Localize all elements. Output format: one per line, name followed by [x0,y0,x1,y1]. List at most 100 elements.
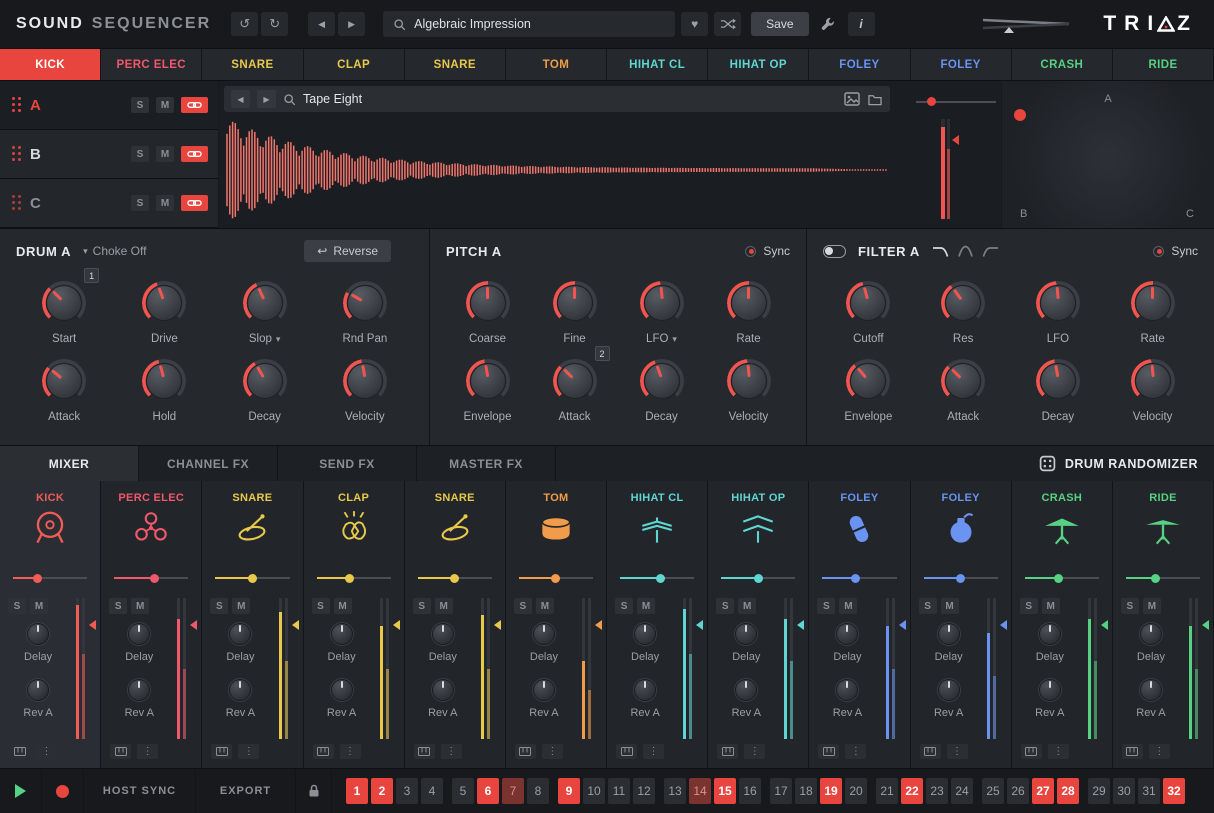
sample-next-button[interactable]: ▶ [257,90,276,108]
channel-solo-button[interactable]: S [1020,598,1038,614]
knob-rate[interactable] [1131,281,1175,325]
channel-keyboard-button[interactable] [515,744,536,759]
knob-slop[interactable] [243,281,287,325]
highpass-icon[interactable] [982,244,999,258]
channel-reverb-knob[interactable] [533,679,555,701]
channel-menu-button[interactable]: ⋮ [238,744,259,759]
knob-attack[interactable] [941,359,985,403]
channel-volume-slider[interactable] [519,573,593,583]
host-sync-button[interactable]: HOST SYNC [84,769,196,813]
mixer-strip-perc-elec[interactable]: PERC ELECSMDelayRev A⋮ [101,481,202,768]
channel-reverb-knob[interactable] [432,679,454,701]
channel-volume-slider[interactable] [114,573,188,583]
sample-volume-slider[interactable] [916,97,996,106]
pitch-sync-toggle[interactable]: Sync [745,244,790,258]
step-12[interactable]: 12 [633,778,655,804]
channel-delay-knob[interactable] [634,623,656,645]
drum-tab-clap[interactable]: CLAP [304,49,405,80]
channel-volume-slider[interactable] [620,573,694,583]
step-28[interactable]: 28 [1057,778,1079,804]
layer-mute-button[interactable]: M [156,146,174,162]
knob-rate[interactable] [727,281,771,325]
save-button[interactable]: Save [751,12,808,36]
step-27[interactable]: 27 [1032,778,1054,804]
channel-solo-button[interactable]: S [615,598,633,614]
record-button[interactable] [42,769,84,813]
pan-marker[interactable] [1101,620,1108,630]
step-23[interactable]: 23 [926,778,948,804]
master-fader[interactable] [981,14,1071,34]
channel-reverb-knob[interactable] [128,679,150,701]
channel-delay-knob[interactable] [836,623,858,645]
slider-handle[interactable] [248,574,257,583]
drum-tab-tom[interactable]: TOM [506,49,607,80]
filter-sync-toggle[interactable]: Sync [1153,244,1198,258]
channel-menu-button[interactable]: ⋮ [137,744,158,759]
slider-handle[interactable] [927,97,936,106]
step-30[interactable]: 30 [1113,778,1135,804]
channel-volume-slider[interactable] [13,573,87,583]
channel-volume-slider[interactable] [924,573,998,583]
folder-icon[interactable] [867,93,883,106]
channel-reverb-knob[interactable] [735,679,757,701]
info-button[interactable]: i [848,12,875,36]
knob-decay[interactable] [640,359,684,403]
mixer-strip-hihat-cl[interactable]: HIHAT CLSMDelayRev A⋮ [607,481,708,768]
knob-velocity[interactable] [1131,359,1175,403]
drum-tab-foley[interactable]: FOLEY [911,49,1012,80]
channel-solo-button[interactable]: S [210,598,228,614]
channel-solo-button[interactable]: S [817,598,835,614]
step-21[interactable]: 21 [876,778,898,804]
layer-row-a[interactable]: ASM [0,81,218,130]
channel-delay-knob[interactable] [533,623,555,645]
channel-keyboard-button[interactable] [9,744,30,759]
channel-menu-button[interactable]: ⋮ [1048,744,1069,759]
preset-next-button[interactable]: ▶ [338,12,365,36]
step-9[interactable]: 9 [558,778,580,804]
step-24[interactable]: 24 [951,778,973,804]
level-marker[interactable] [952,135,959,145]
step-17[interactable]: 17 [770,778,792,804]
step-20[interactable]: 20 [845,778,867,804]
knob-rnd-pan[interactable] [343,281,387,325]
redo-button[interactable]: ↻ [261,12,288,36]
knob-decay[interactable] [1036,359,1080,403]
channel-reverb-knob[interactable] [229,679,251,701]
step-25[interactable]: 25 [982,778,1004,804]
channel-keyboard-button[interactable] [1021,744,1042,759]
mixer-strip-hihat-op[interactable]: HIHAT OPSMDelayRev A⋮ [708,481,809,768]
channel-keyboard-button[interactable] [717,744,738,759]
channel-mute-button[interactable]: M [941,598,959,614]
pan-marker[interactable] [190,620,197,630]
channel-keyboard-button[interactable] [110,744,131,759]
fx-tab-mixer[interactable]: MIXER [0,446,139,481]
channel-menu-button[interactable]: ⋮ [36,744,57,759]
preset-search-field[interactable]: Algebraic Impression [383,11,675,37]
channel-keyboard-button[interactable] [616,744,637,759]
channel-solo-button[interactable]: S [514,598,532,614]
channel-keyboard-button[interactable] [1122,744,1143,759]
channel-menu-button[interactable]: ⋮ [845,744,866,759]
pan-marker[interactable] [393,620,400,630]
mixer-strip-foley[interactable]: FOLEYSMDelayRev A⋮ [809,481,910,768]
step-14[interactable]: 14 [689,778,711,804]
slider-handle[interactable] [851,574,860,583]
channel-solo-button[interactable]: S [413,598,431,614]
channel-delay-knob[interactable] [1140,623,1162,645]
step-10[interactable]: 10 [583,778,605,804]
step-1[interactable]: 1 [346,778,368,804]
slider-handle[interactable] [345,574,354,583]
knob-drive[interactable] [142,281,186,325]
step-11[interactable]: 11 [608,778,630,804]
drum-tab-snare[interactable]: SNARE [202,49,303,80]
slider-handle[interactable] [150,574,159,583]
choke-selector[interactable]: ▾ Choke Off [83,244,146,258]
layer-solo-button[interactable]: S [131,97,149,113]
layer-row-c[interactable]: CSM [0,179,218,228]
knob-fine[interactable] [553,281,597,325]
channel-volume-slider[interactable] [418,573,492,583]
pan-marker[interactable] [595,620,602,630]
channel-menu-button[interactable]: ⋮ [1149,744,1170,759]
step-7[interactable]: 7 [502,778,524,804]
knob-lfo[interactable] [1036,281,1080,325]
